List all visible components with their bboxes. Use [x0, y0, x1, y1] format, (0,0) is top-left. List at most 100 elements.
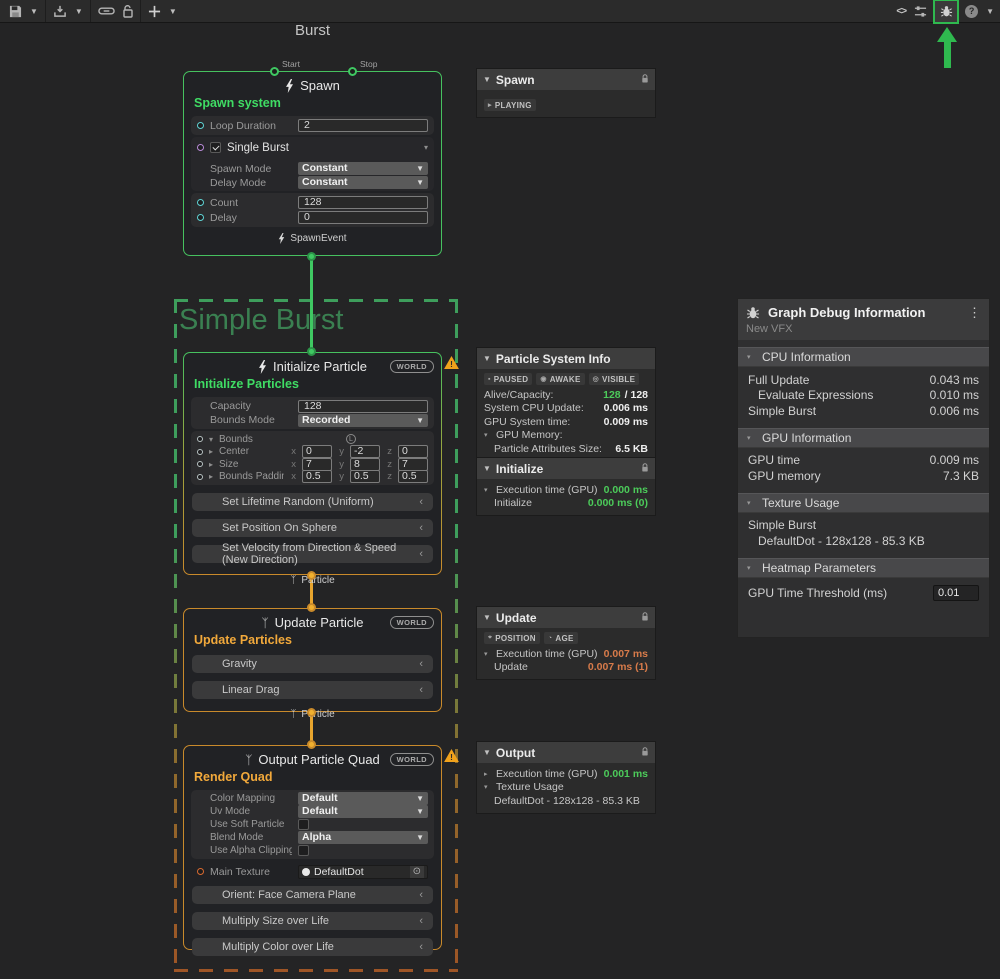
- spawn-mode-dropdown[interactable]: Constant▼: [298, 162, 428, 175]
- count-row[interactable]: Count 128: [191, 195, 434, 210]
- block-multiply-color[interactable]: Multiply Color over Life ‹: [192, 938, 433, 956]
- initialize-node-header[interactable]: Initialize Particle WORLD: [184, 353, 441, 375]
- space-badge[interactable]: WORLD: [390, 753, 434, 766]
- import-button[interactable]: [49, 0, 71, 22]
- center-y-field[interactable]: -2: [350, 445, 380, 458]
- uv-mode-dropdown[interactable]: Default▼: [298, 805, 428, 818]
- capacity-row[interactable]: Capacity 128: [191, 399, 434, 413]
- count-field[interactable]: 128: [298, 196, 428, 209]
- spawn-node-header[interactable]: Spawn: [184, 72, 441, 94]
- block-orient[interactable]: Orient: Face Camera Plane ‹: [192, 886, 433, 904]
- debug-toggle-button[interactable]: [935, 1, 957, 22]
- size-x-field[interactable]: 7: [302, 458, 332, 471]
- bounds-padding-row[interactable]: ▸ Bounds Padding x 0.5 y 0.5 z 0.5: [191, 471, 434, 484]
- foldout-open-icon[interactable]: ▾: [209, 435, 213, 444]
- bounds-row[interactable]: ▾ Bounds L: [191, 433, 434, 446]
- gpu-time-threshold-field[interactable]: 0.01: [933, 585, 979, 601]
- add-button[interactable]: [144, 0, 165, 22]
- update-node-header[interactable]: ᛉ Update Particle WORLD: [184, 609, 441, 631]
- lock-toggle-button[interactable]: [119, 0, 137, 22]
- block-linear-drag[interactable]: Linear Drag ‹: [192, 681, 433, 699]
- size-z-field[interactable]: 7: [398, 458, 428, 471]
- update-input-flow-port[interactable]: [307, 603, 316, 612]
- bounds-size-row[interactable]: ▸ Size x 7 y 8 z 7: [191, 458, 434, 471]
- use-soft-particle-row[interactable]: Use Soft Particle: [191, 818, 434, 831]
- lock-icon[interactable]: [641, 462, 649, 476]
- psi-panel-header[interactable]: ▼ Particle System Info: [477, 348, 655, 369]
- padding-x-field[interactable]: 0.5: [302, 470, 332, 483]
- delay-row[interactable]: Delay 0: [191, 210, 434, 225]
- compile-code-button[interactable]: <>: [892, 0, 910, 22]
- debug-panel-header[interactable]: Graph Debug Information ⋮ New VFX: [738, 299, 989, 340]
- center-x-field[interactable]: 0: [302, 445, 332, 458]
- local-space-icon[interactable]: L: [346, 434, 356, 444]
- lock-icon[interactable]: [641, 746, 649, 760]
- system-title[interactable]: Burst: [183, 22, 442, 39]
- loop-duration-row[interactable]: Loop Duration 2: [191, 118, 434, 133]
- foldout-closed-icon[interactable]: ▸: [484, 770, 492, 778]
- link-toggle-button[interactable]: [94, 0, 119, 22]
- output-exec-time-row[interactable]: ▸ Execution time (GPU) 0.001 ms: [484, 767, 648, 781]
- foldout-open-icon[interactable]: ▾: [484, 650, 492, 658]
- block-set-lifetime[interactable]: Set Lifetime Random (Uniform) ‹: [192, 493, 433, 511]
- initialize-panel-header[interactable]: ▼ Initialize: [477, 458, 655, 479]
- chevron-down-icon[interactable]: ▾: [424, 143, 428, 152]
- use-alpha-clipping-checkbox[interactable]: [298, 845, 309, 856]
- color-mapping-row[interactable]: Color Mapping Default▼: [191, 792, 434, 805]
- single-burst-port[interactable]: [197, 144, 204, 151]
- kebab-menu-icon[interactable]: ⋮: [968, 305, 981, 321]
- update-panel-header[interactable]: ▼ Update: [477, 607, 655, 628]
- object-picker-icon[interactable]: ⊙: [410, 866, 424, 878]
- main-texture-object-field[interactable]: DefaultDot ⊙: [298, 865, 428, 879]
- uv-mode-row[interactable]: Uv Mode Default▼: [191, 805, 434, 818]
- collapse-chevron-icon[interactable]: ‹: [419, 658, 423, 670]
- block-multiply-size[interactable]: Multiply Size over Life ‹: [192, 912, 433, 930]
- output-panel-header[interactable]: ▼ Output: [477, 742, 655, 763]
- delay-port[interactable]: [197, 214, 204, 221]
- cpu-information-section[interactable]: ▾ CPU Information: [738, 347, 989, 367]
- initialize-output-flow-port[interactable]: [307, 571, 316, 580]
- collapse-chevron-icon[interactable]: ‹: [419, 548, 423, 560]
- use-soft-particle-checkbox[interactable]: [298, 819, 309, 830]
- gpu-information-section[interactable]: ▾ GPU Information: [738, 428, 989, 448]
- space-badge[interactable]: WORLD: [390, 616, 434, 629]
- collapse-chevron-icon[interactable]: ‹: [419, 915, 423, 927]
- blend-mode-dropdown[interactable]: Alpha▼: [298, 831, 428, 844]
- bounds-padding-port[interactable]: [197, 474, 203, 480]
- single-burst-block[interactable]: Single Burst ▾ Spawn Mode Constant▼ Dela…: [191, 137, 434, 191]
- padding-z-field[interactable]: 0.5: [398, 470, 428, 483]
- foldout-open-icon[interactable]: ▾: [484, 486, 492, 494]
- spawn-panel-header[interactable]: ▼ Spawn: [477, 69, 655, 90]
- update-output-flow-port[interactable]: [307, 708, 316, 717]
- blend-mode-row[interactable]: Blend Mode Alpha▼: [191, 831, 434, 844]
- output-texture-usage-row[interactable]: ▾ Texture Usage: [484, 781, 648, 795]
- count-port[interactable]: [197, 199, 204, 206]
- single-burst-checkbox[interactable]: [210, 142, 221, 153]
- bounds-mode-row[interactable]: Bounds Mode Recorded▼: [191, 413, 434, 427]
- foldout-closed-icon[interactable]: ▸: [209, 460, 213, 469]
- space-badge[interactable]: WORLD: [390, 360, 434, 373]
- padding-y-field[interactable]: 0.5: [350, 470, 380, 483]
- delay-field[interactable]: 0: [298, 211, 428, 224]
- add-dropdown-button[interactable]: ▼: [165, 0, 181, 22]
- texture-usage-section[interactable]: ▾ Texture Usage: [738, 493, 989, 513]
- update-context-node[interactable]: ᛉ Update Particle WORLD Update Particles…: [183, 608, 442, 712]
- block-set-velocity[interactable]: Set Velocity from Direction & Speed (New…: [192, 545, 433, 563]
- delay-mode-row[interactable]: Delay Mode Constant▼: [191, 176, 434, 189]
- main-texture-port[interactable]: [197, 868, 204, 875]
- stop-flow-port[interactable]: [348, 67, 357, 76]
- update-exec-time-row[interactable]: ▾ Execution time (GPU) 0.007 ms: [484, 647, 648, 661]
- loop-duration-field[interactable]: 2: [298, 119, 428, 132]
- collapse-chevron-icon[interactable]: ‹: [419, 684, 423, 696]
- help-button[interactable]: ?: [961, 0, 982, 22]
- bounds-center-row[interactable]: ▸ Center x 0 y -2 z 0: [191, 446, 434, 459]
- output-node-header[interactable]: ᛉ Output Particle Quad WORLD: [184, 746, 441, 768]
- foldout-open-icon[interactable]: ▾: [484, 431, 492, 439]
- color-mapping-dropdown[interactable]: Default▼: [298, 792, 428, 805]
- collapse-chevron-icon[interactable]: ‹: [419, 941, 423, 953]
- delay-mode-dropdown[interactable]: Constant▼: [298, 176, 428, 189]
- output-context-node[interactable]: ! ᛉ Output Particle Quad WORLD Render Qu…: [183, 745, 442, 950]
- lock-icon[interactable]: [641, 73, 649, 87]
- size-y-field[interactable]: 8: [350, 458, 380, 471]
- capacity-field[interactable]: 128: [298, 400, 428, 413]
